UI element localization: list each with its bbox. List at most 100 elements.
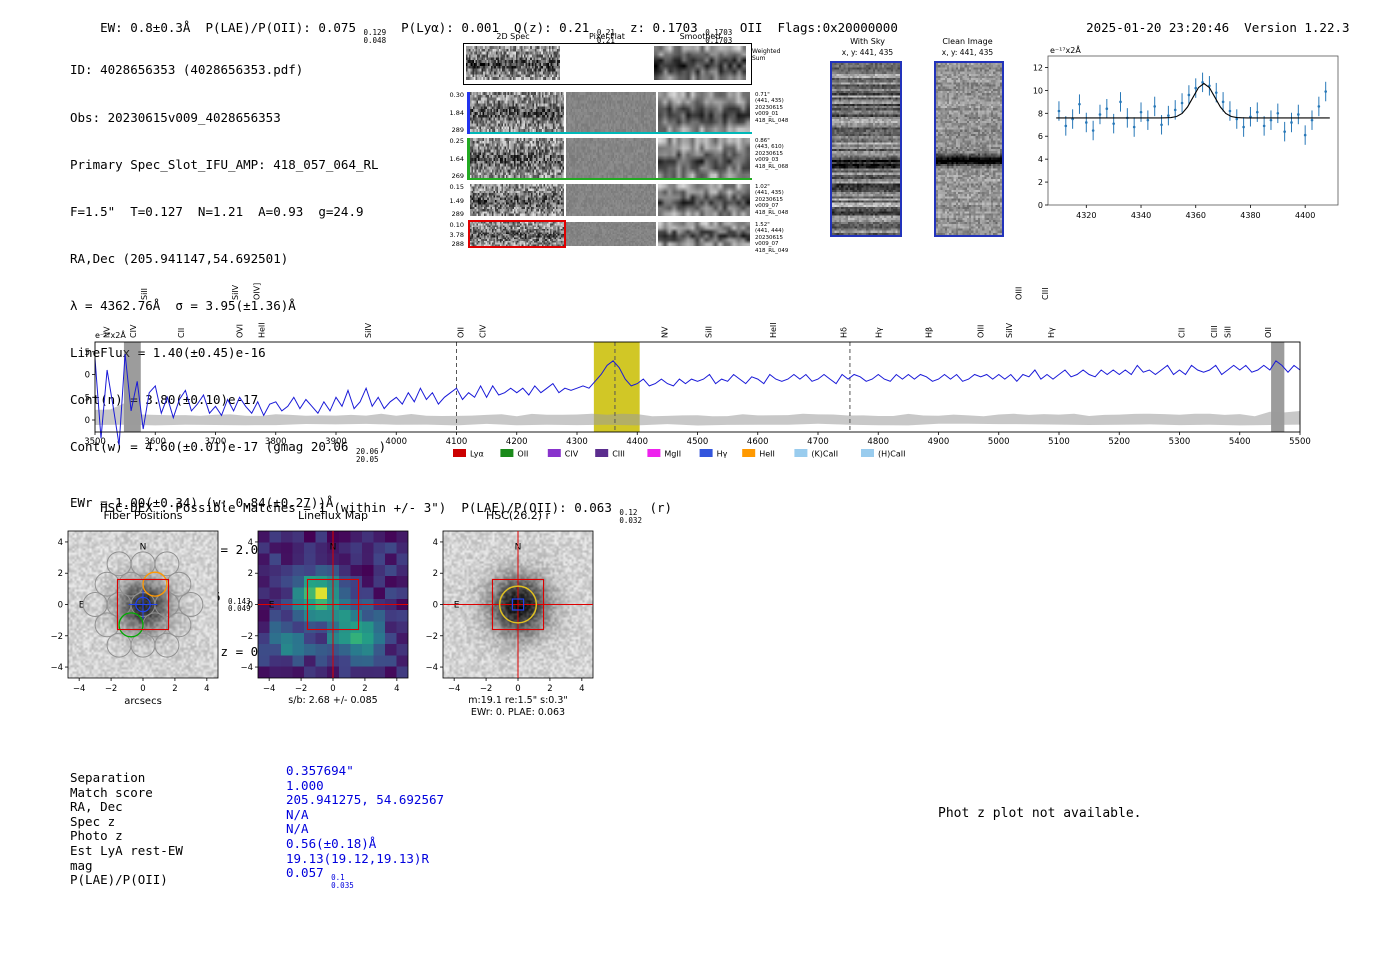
fiber-pixelflat-image — [566, 138, 656, 178]
hsc-caption-2: EWr: 0. PLAE: 0.063 — [470, 707, 566, 718]
svg-text:CIV: CIV — [129, 324, 138, 338]
svg-text:CII: CII — [177, 328, 186, 338]
svg-text:Hγ: Hγ — [874, 327, 883, 338]
spec2d-col-title-smoothed: Smoothed — [679, 32, 721, 41]
match-field-label: Spec z — [70, 813, 116, 829]
fiber-smoothed-image — [658, 138, 750, 178]
spec2d-col-title-pixelflat: Pixel Flat — [589, 32, 625, 41]
match-field-label: mag — [70, 857, 93, 873]
fiber-info-label: 1.02" (441, 435) 20230615 v009_07 418_RL_048 — [755, 184, 789, 216]
detection-id: ID: 4028656353 (4028656353.pdf) — [70, 62, 304, 78]
svg-text:4: 4 — [433, 538, 438, 548]
svg-text:HeII: HeII — [769, 322, 778, 338]
withsky-panel — [830, 61, 902, 237]
flags-value: Flags:0x20000000 — [777, 20, 898, 35]
svg-text:CIV: CIV — [478, 324, 487, 338]
svg-text:0: 0 — [433, 601, 438, 611]
svg-text:−2: −2 — [50, 632, 63, 642]
svg-text:3500: 3500 — [85, 437, 106, 447]
svg-text:SiII: SiII — [1224, 326, 1233, 338]
svg-text:4400: 4400 — [626, 437, 648, 447]
match-table-row: mag 19.13(19.12,19.13)R — [70, 851, 444, 874]
lineflux-map-image — [258, 531, 408, 678]
svg-text:4200: 4200 — [506, 437, 528, 447]
svg-text:0: 0 — [85, 416, 90, 426]
observation-id: Obs: 20230615v009_4028656353 — [70, 109, 281, 125]
svg-text:NV: NV — [102, 326, 111, 338]
match-field-value: 19.13(19.12,19.13)R — [286, 850, 429, 866]
weighted-smoothed-image — [654, 46, 746, 80]
svg-text:CIII: CIII — [1210, 325, 1219, 338]
fiber-weight-label: 1.84 — [449, 108, 464, 117]
fiber-positions-image — [68, 531, 218, 678]
match-field-value: 205.941275, 54.692567 — [286, 792, 445, 808]
fiber-info-label: 0.71" (441, 435) 20230615 v009_01 418_RL_048 — [755, 92, 789, 124]
match-table-row: RA, Dec 205.941275, 54.692567 — [70, 793, 444, 815]
svg-text:3900: 3900 — [325, 437, 347, 447]
fiber-smoothed-image — [658, 184, 750, 216]
svg-text:5: 5 — [85, 393, 90, 403]
svg-text:4380: 4380 — [1240, 211, 1260, 220]
photz-note: Phot z plot not available. — [938, 806, 1142, 821]
fiber-weight-label: 0.25 — [449, 137, 464, 145]
svg-text:OII: OII — [517, 450, 528, 459]
svg-text:Lyα: Lyα — [470, 450, 484, 459]
fiber-xaxis-label: arcsecs — [124, 696, 162, 707]
spec2d-row: 0.15 1.49 289 1.02" (441, 435) 20230615 v009_0… — [418, 184, 818, 218]
svg-text:−4: −4 — [50, 663, 63, 673]
svg-text:SiIV: SiIV — [364, 322, 373, 338]
fiber-weight-label: 0.10 — [449, 221, 464, 229]
primary-slot: Primary Spec_Slot_IFU_AMP: 418_057_064_R… — [70, 156, 379, 172]
linefit-zoom-plot: 0 2 4 6 8 10 12 4320 4340 4360 4380 4400 e⁻¹⁷x2Å — [1033, 44, 1339, 220]
hsc-caption-1: m:19.1 re:1.5" s:0.3" — [468, 695, 568, 706]
spec2d-row: 0.10 3.78 288 1.52" (441, 444) 20230615 v009_0… — [418, 220, 818, 254]
svg-text:4: 4 — [579, 684, 584, 694]
fiber-weight-label: 269 — [451, 172, 464, 180]
svg-text:10: 10 — [85, 371, 90, 381]
spec2d-row: 0.25 1.64 269 0.86" (443, 610) 20230615 v009_0… — [418, 138, 818, 180]
clean-image — [936, 63, 1002, 235]
fiber-weight-label: 1.49 — [449, 196, 464, 205]
full-spectrum-plot: 3500 3600 3700 3800 3900 4000 4100 4200 4300 4400… — [85, 283, 1311, 459]
fiber-positions-title: Fiber Positions — [103, 509, 183, 522]
svg-text:2: 2 — [547, 684, 552, 694]
svg-text:4500: 4500 — [687, 437, 709, 447]
svg-text:5400: 5400 — [1229, 437, 1251, 447]
fiber-smoothed-image — [658, 222, 750, 246]
fiber-pixelflat-image — [566, 184, 656, 216]
svg-text:4: 4 — [394, 684, 399, 694]
svg-text:5100: 5100 — [1048, 437, 1070, 447]
svg-text:−2: −2 — [480, 684, 493, 694]
match-table-row: Spec z N/A — [70, 807, 444, 830]
match-field-value: N/A — [286, 821, 309, 837]
svg-text:3800: 3800 — [265, 437, 287, 447]
svg-text:5200: 5200 — [1108, 437, 1130, 447]
svg-text:4300: 4300 — [566, 437, 588, 447]
svg-text:4: 4 — [1038, 155, 1043, 164]
svg-text:4800: 4800 — [867, 437, 889, 447]
svg-text:SiIV: SiIV — [231, 284, 240, 300]
lineflux-map-title: Lineflux Map — [297, 509, 369, 522]
match-field-label: Est LyA rest-EW — [70, 842, 183, 858]
withsky-xy: x, y: 441, 435 — [841, 48, 894, 57]
svg-text:OVI: OVI — [236, 324, 245, 338]
svg-text:4400: 4400 — [1295, 211, 1315, 220]
svg-text:3700: 3700 — [205, 437, 227, 447]
hsc-cutout-title: HSC(26.2) r — [485, 509, 551, 522]
match-table-row: Separation 0.357694" — [70, 763, 444, 786]
match-field-value: 1.000 — [286, 777, 324, 793]
svg-text:−4: −4 — [425, 663, 438, 673]
match-field-value: 0.56(±0.18)Å — [286, 835, 377, 851]
svg-text:15: 15 — [85, 348, 90, 358]
match-field-value: N/A — [286, 806, 309, 822]
svg-text:0: 0 — [515, 684, 520, 694]
fiber-info-label: 1.52" (441, 444) 20230615 v009_07 418_RL_049 — [755, 222, 789, 254]
svg-text:−2: −2 — [425, 632, 438, 642]
svg-text:0: 0 — [1038, 201, 1043, 210]
match-field-label: Match score — [70, 784, 153, 800]
match-field-value: 0.357694" — [286, 763, 354, 778]
fiber-2dspec-image — [468, 220, 566, 248]
svg-text:4600: 4600 — [747, 437, 769, 447]
svg-text:5000: 5000 — [988, 437, 1010, 447]
svg-text:Hγ: Hγ — [1047, 327, 1056, 338]
